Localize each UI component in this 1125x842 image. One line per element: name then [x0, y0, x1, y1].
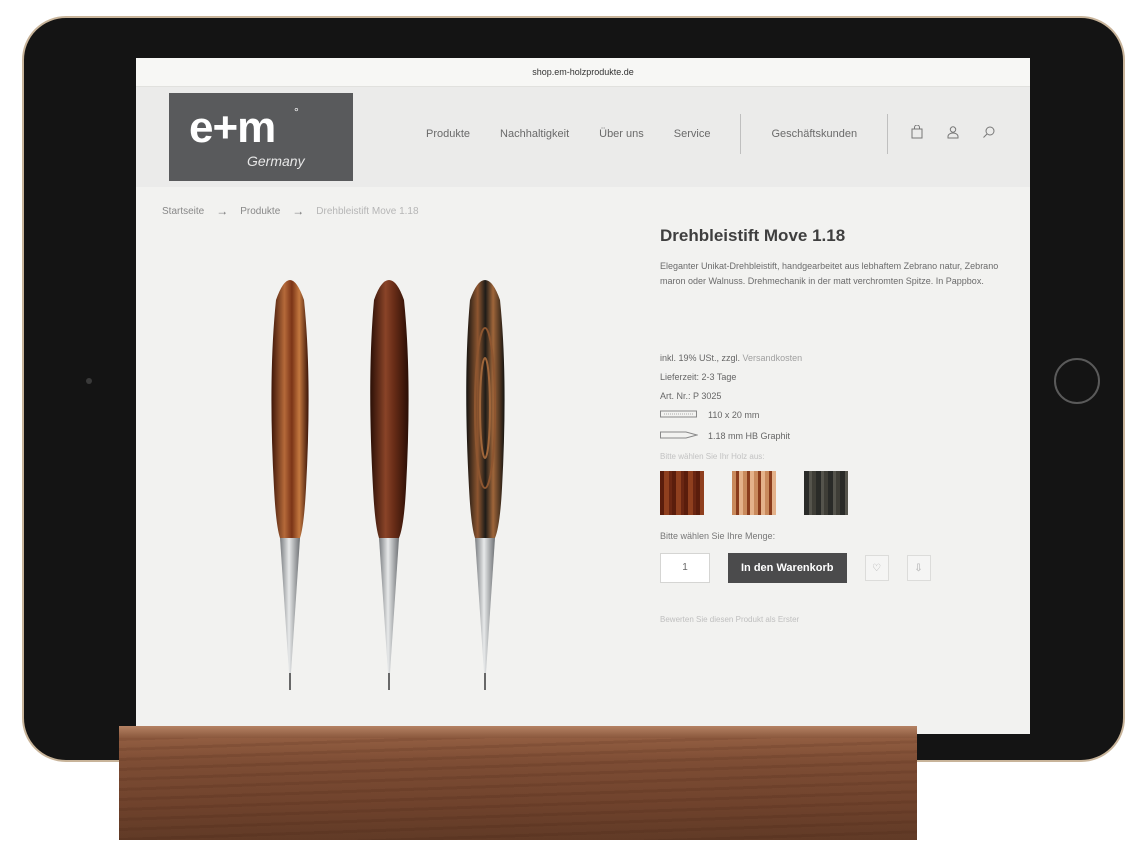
user-icon[interactable]: [946, 125, 960, 139]
site-header: e+m ° Germany Produkte Nachhaltigkeit Üb…: [136, 87, 1030, 187]
swatch-zebrano-maron[interactable]: [732, 471, 776, 515]
search-icon[interactable]: [982, 125, 996, 139]
breadcrumb-separator: →: [292, 204, 305, 218]
breadcrumb-separator: →: [216, 204, 229, 218]
size-spec: 110 x 20 mm: [660, 410, 1010, 420]
lead-spec: 1.18 mm HB Graphit: [660, 431, 1010, 441]
choose-wood-label: Bitte wählen Sie Ihr Holz aus:: [660, 452, 765, 461]
add-to-cart-button[interactable]: In den Warenkorb: [728, 553, 847, 583]
camera-icon: [86, 378, 92, 384]
nav-item-nachhaltigkeit[interactable]: Nachhaltigkeit: [500, 128, 569, 154]
pen-illustration: [271, 280, 505, 690]
swatch-walnuss[interactable]: [804, 471, 848, 515]
nav-item-geschaeftskunden[interactable]: Geschäftskunden: [771, 128, 857, 154]
nav-item-produkte[interactable]: Produkte: [426, 128, 470, 154]
logo[interactable]: e+m ° Germany: [169, 93, 353, 181]
shipping-costs-link[interactable]: Versandkosten: [743, 353, 803, 363]
swatch-zebrano-natur[interactable]: [660, 471, 704, 515]
home-button[interactable]: [1054, 358, 1100, 404]
quantity-input[interactable]: 1: [660, 553, 710, 583]
size-icon: [660, 410, 698, 420]
product-image: [256, 278, 546, 718]
nav-item-ueber-uns[interactable]: Über uns: [599, 128, 644, 154]
logo-text: e+m: [189, 103, 276, 152]
tax-info: inkl. 19% USt., zzgl. Versandkosten: [660, 353, 1010, 363]
breadcrumb-item-startseite[interactable]: Startseite: [162, 206, 204, 217]
header-icons: [910, 124, 996, 139]
wooden-stand-top: [119, 726, 917, 738]
nav-item-service[interactable]: Service: [674, 128, 711, 154]
tax-prefix: inkl. 19% USt., zzgl.: [660, 353, 741, 363]
wooden-stand: [119, 726, 917, 840]
tablet-screen: shop.em-holzprodukte.de e+m ° Germany Pr…: [136, 58, 1030, 734]
main-nav: Produkte Nachhaltigkeit Über uns Service…: [426, 114, 889, 154]
wishlist-button[interactable]: ♡: [864, 555, 889, 581]
product-title: Drehbleistift Move 1.18: [660, 226, 846, 245]
product-description: Eleganter Unikat-Drehbleistift, handgear…: [660, 261, 999, 286]
address-bar[interactable]: shop.em-holzprodukte.de: [136, 58, 1030, 87]
pen-walnuss: [466, 280, 505, 690]
heart-icon: ♡: [872, 562, 881, 574]
nav-divider: [740, 114, 742, 154]
share-icon: ⇩: [914, 562, 923, 574]
wood-swatches: [660, 471, 1010, 515]
breadcrumb-item-produkte[interactable]: Produkte: [240, 206, 280, 217]
logo-subtitle: Germany: [247, 153, 305, 169]
share-button[interactable]: ⇩: [906, 555, 931, 581]
buy-row: 1 In den Warenkorb ♡ ⇩: [660, 553, 1010, 583]
size-value: 110 x 20 mm: [708, 410, 760, 420]
pen-zebrano-natur: [271, 280, 309, 690]
lead-value: 1.18 mm HB Graphit: [708, 431, 791, 441]
breadcrumb-item-current: Drehbleistift Move 1.18: [316, 205, 419, 217]
url-text: shop.em-holzprodukte.de: [532, 67, 634, 77]
bag-icon[interactable]: [910, 124, 924, 139]
delivery-time: Lieferzeit: 2-3 Tage: [660, 372, 737, 382]
article-number: Art. Nr.: P 3025: [660, 391, 722, 401]
product-details: Drehbleistift Move 1.18 Eleganter Unikat…: [660, 226, 1010, 624]
review-link[interactable]: Bewerten Sie diesen Produkt als Erster: [660, 615, 1010, 624]
pen-zebrano-maron: [370, 280, 409, 690]
breadcrumb: Startseite → Produkte → Drehbleistift Mo…: [162, 204, 419, 218]
nav-divider: [887, 114, 889, 154]
lead-icon: [660, 431, 699, 441]
logo-mark: °: [294, 105, 299, 119]
quantity-label: Bitte wählen Sie Ihre Menge:: [660, 531, 776, 541]
